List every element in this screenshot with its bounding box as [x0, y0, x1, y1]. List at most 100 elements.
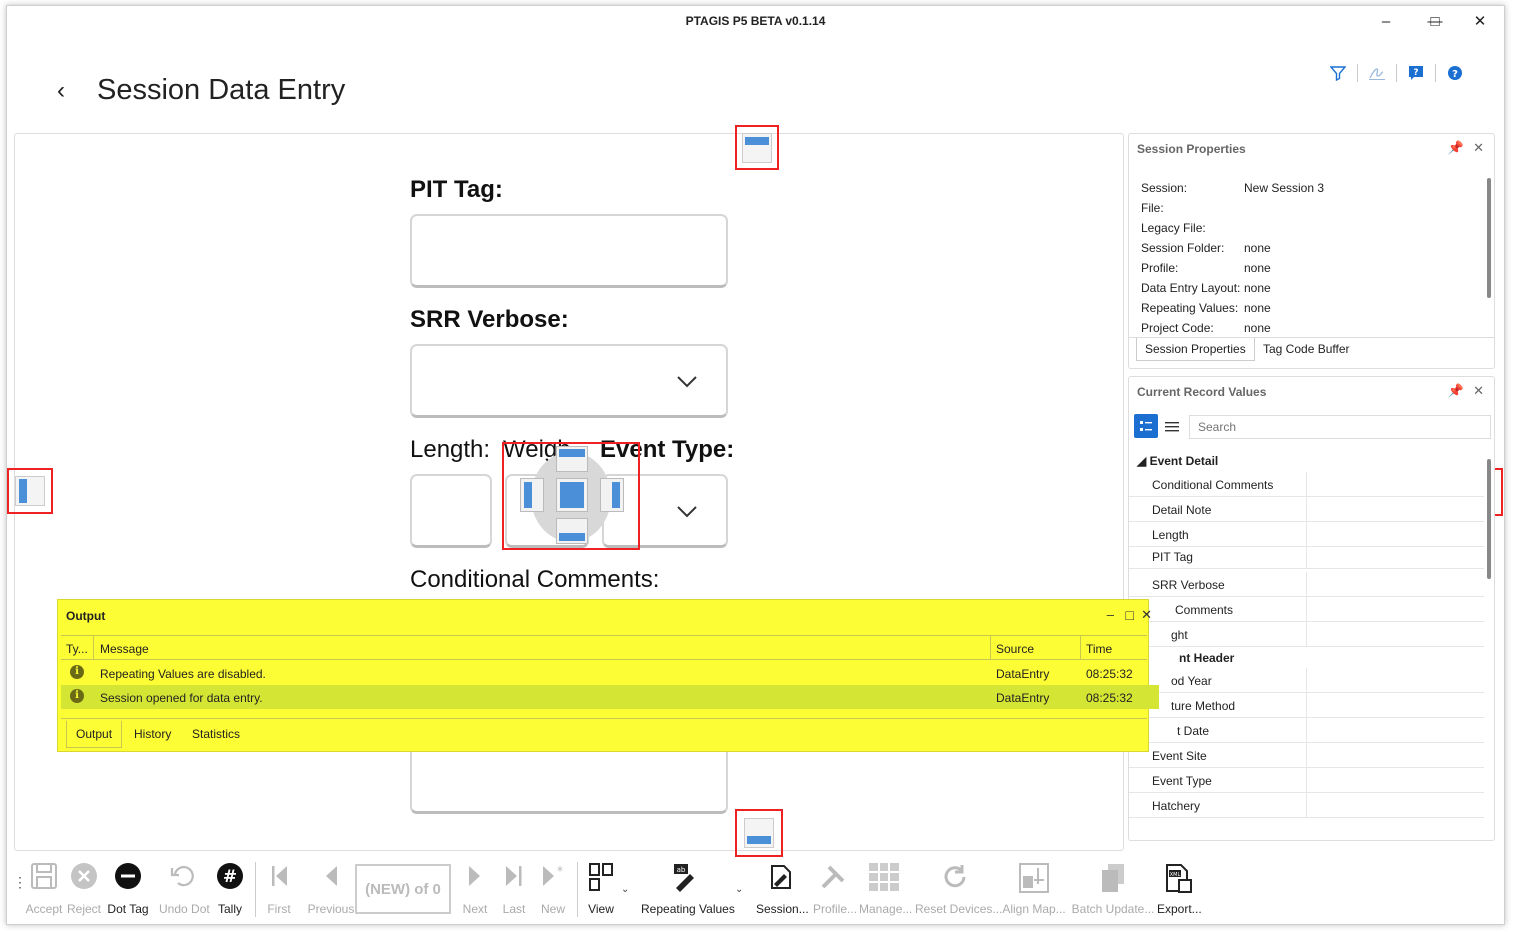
dock-left-edge-target[interactable]	[7, 468, 53, 514]
reset-devices-button[interactable]: Reset Devices...	[915, 862, 1002, 916]
manage-button[interactable]: Manage...	[859, 862, 912, 916]
list-item[interactable]: od Year	[1129, 668, 1484, 693]
conditional-comments-label: Conditional Comments:	[410, 566, 660, 593]
list-item[interactable]: Detail Note	[1129, 497, 1484, 522]
sign-icon[interactable]	[1358, 62, 1396, 84]
list-view-icon[interactable]	[1165, 420, 1179, 432]
session-button[interactable]: Session...	[756, 862, 809, 916]
dock-top-edge-target[interactable]	[735, 125, 779, 170]
batch-update-button[interactable]: Batch Update...	[1071, 862, 1155, 916]
feedback-icon[interactable]: ?	[1397, 62, 1435, 84]
minimize-icon[interactable]: –	[1107, 607, 1114, 622]
list-item[interactable]: Hatchery	[1129, 793, 1484, 818]
align-map-button[interactable]: Align Map...	[1001, 862, 1067, 916]
top-icon-bar: ? ?	[1319, 62, 1474, 84]
profile-button[interactable]: Profile...	[813, 862, 857, 916]
table-row[interactable]: i Repeating Values are disabled. DataEnt…	[61, 661, 1161, 685]
tally-button[interactable]: # Tally	[215, 862, 245, 916]
close-icon[interactable]: ✕	[1141, 607, 1152, 623]
session-properties-title: Session Properties	[1137, 142, 1246, 156]
undo-dot-button[interactable]: Undo Dot	[159, 862, 210, 916]
column-header-time[interactable]: Time	[1086, 642, 1112, 656]
tab-statistics[interactable]: Statistics	[183, 721, 249, 747]
table-row[interactable]: i Session opened for data entry. DataEnt…	[61, 685, 1159, 709]
session-icon	[771, 865, 791, 889]
srr-verbose-select[interactable]	[410, 344, 728, 418]
session-properties-panel: Session Properties 📌 ✕ Session: New Sessi…	[1128, 133, 1495, 369]
tab-output[interactable]: Output	[66, 721, 123, 748]
categorized-view-icon[interactable]	[1134, 414, 1158, 438]
pin-icon[interactable]: 📌	[1448, 383, 1464, 399]
dock-bottom-target[interactable]	[556, 518, 588, 544]
back-arrow-icon[interactable]: ‹	[57, 77, 97, 105]
close-panel-icon[interactable]: ✕	[1473, 383, 1484, 399]
dock-left-target[interactable]	[520, 478, 544, 512]
group-event-header[interactable]: nt Header	[1179, 651, 1234, 665]
list-item[interactable]: PIT Tag	[1129, 544, 1484, 569]
batch-update-icon	[1102, 864, 1124, 892]
dock-center-target[interactable]	[556, 478, 588, 512]
new-button[interactable]: * New	[539, 862, 567, 916]
view-button[interactable]: View	[587, 862, 615, 916]
reject-button[interactable]: Reject	[67, 862, 101, 916]
svg-text:*: *	[557, 864, 563, 878]
length-input[interactable]	[410, 474, 492, 548]
list-item[interactable]: SRR Verbose	[1129, 572, 1484, 597]
tab-session-properties[interactable]: Session Properties	[1136, 338, 1255, 361]
repeating-values-dropdown-chevron-icon[interactable]: ⌄	[735, 884, 743, 895]
list-item[interactable]: t Date	[1129, 718, 1484, 743]
list-item[interactable]: Event Type	[1129, 768, 1484, 793]
filter-icon[interactable]	[1319, 62, 1357, 84]
record-position: (NEW) of 0	[355, 864, 451, 914]
scrollbar[interactable]	[1487, 459, 1491, 579]
tab-tag-code-buffer[interactable]: Tag Code Buffer	[1255, 338, 1358, 360]
align-map-icon	[1019, 863, 1049, 893]
dock-right-target[interactable]	[600, 478, 624, 512]
previous-icon	[326, 866, 337, 886]
dock-bottom-edge-target[interactable]	[735, 809, 783, 857]
tools-icon	[821, 865, 845, 889]
pin-icon[interactable]: 📌	[1448, 140, 1464, 156]
next-button[interactable]: Next	[461, 862, 489, 916]
last-button[interactable]: Last	[501, 862, 527, 916]
info-icon: i	[70, 665, 84, 679]
search-input[interactable]	[1189, 415, 1491, 439]
list-item[interactable]: Comments	[1129, 597, 1484, 622]
view-dropdown-chevron-icon[interactable]: ⌄	[621, 884, 629, 895]
close-panel-icon[interactable]: ✕	[1473, 140, 1484, 156]
window-title: PTAGIS P5 BETA v0.1.14	[685, 14, 826, 28]
save-icon	[31, 863, 57, 889]
tab-history[interactable]: History	[125, 721, 180, 747]
property-row: Legacy File:	[1141, 221, 1206, 235]
minimize-icon[interactable]: –	[1363, 8, 1409, 34]
chevron-down-icon	[677, 506, 697, 518]
output-grid-header: Ty... Message Source Time	[61, 635, 1147, 660]
property-row: File:	[1141, 201, 1164, 215]
scrollbar[interactable]	[1487, 178, 1491, 298]
svg-text:ab: ab	[677, 866, 686, 874]
pit-tag-input[interactable]	[410, 214, 728, 288]
list-item[interactable]: ture Method	[1129, 693, 1484, 718]
previous-button[interactable]: Previous	[307, 862, 355, 916]
column-header-source[interactable]: Source	[996, 642, 1034, 656]
reset-icon	[944, 865, 966, 888]
maximize-icon[interactable]: □	[1412, 8, 1458, 34]
first-icon	[272, 866, 287, 886]
help-icon[interactable]: ?	[1436, 62, 1474, 84]
column-header-type[interactable]: Ty...	[66, 642, 88, 656]
repeating-values-button[interactable]: ab Repeating Values	[641, 862, 735, 916]
list-item[interactable]: Conditional Comments	[1129, 472, 1484, 497]
svg-text:?: ?	[1452, 69, 1458, 80]
dock-top-target[interactable]	[556, 446, 588, 472]
list-item[interactable]: ght	[1129, 622, 1484, 647]
dot-tag-button[interactable]: Dot Tag	[107, 862, 149, 916]
group-event-detail[interactable]: ◢ Event Detail	[1137, 454, 1218, 468]
list-item[interactable]: Event Site	[1129, 743, 1484, 768]
export-button[interactable]: XML Export...	[1157, 862, 1202, 916]
hash-icon: #	[217, 863, 243, 889]
column-header-message[interactable]: Message	[100, 642, 149, 656]
maximize-icon[interactable]: □	[1126, 607, 1134, 623]
accept-button[interactable]: Accept	[25, 862, 63, 916]
close-window-icon[interactable]: ✕	[1457, 8, 1503, 34]
first-button[interactable]: First	[265, 862, 293, 916]
